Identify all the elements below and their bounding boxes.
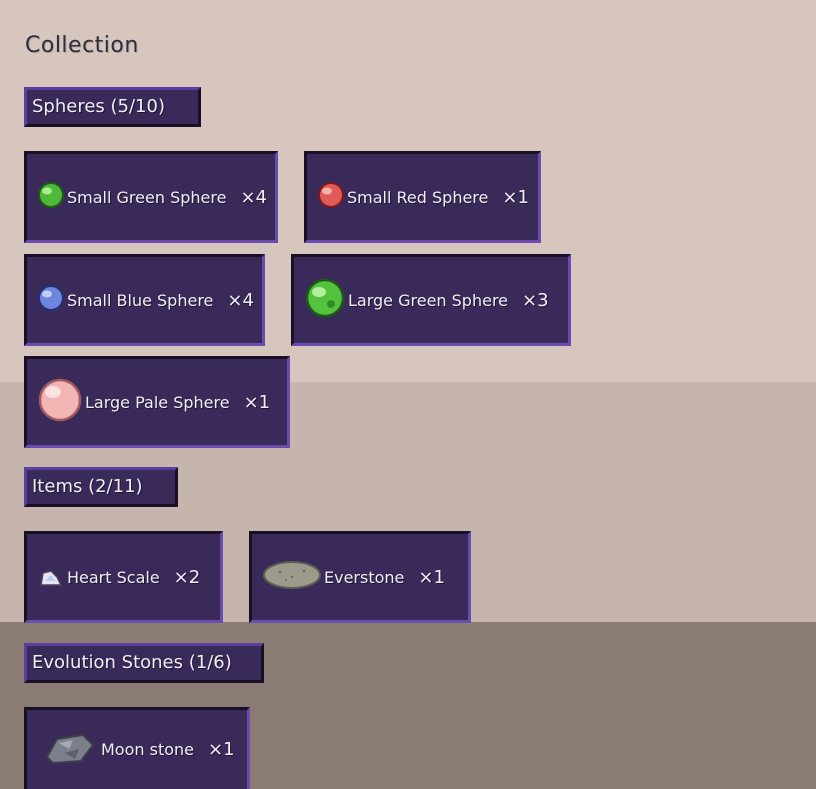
section-header-items: Items (2/11) [24,467,178,507]
everstone-icon [262,559,322,595]
item-name: Heart Scale [67,567,160,587]
collection-item-everstone[interactable]: Everstone ×1 [249,531,471,623]
section-header-evolution-stones: Evolution Stones (1/6) [24,643,264,683]
item-name: Small Blue Sphere [67,290,214,310]
small-green-sphere-icon [37,181,65,213]
item-name: Large Pale Sphere [85,392,230,412]
item-quantity: ×1 [208,739,235,760]
collection-item-small-green-sphere[interactable]: Small Green Sphere ×4 [24,151,278,243]
large-green-sphere-icon [304,277,346,323]
collection-item-heart-scale[interactable]: Heart Scale ×2 [24,531,223,623]
item-name: Large Green Sphere [348,290,509,310]
collection-item-large-green-sphere[interactable]: Large Green Sphere ×3 [291,254,571,346]
large-pale-sphere-icon [37,377,83,427]
item-name: Everstone [324,567,405,587]
item-name: Small Red Sphere [347,187,489,207]
item-quantity: ×4 [240,186,267,208]
item-quantity: ×2 [173,566,201,588]
page-title: Collection [25,33,139,58]
collection-item-large-pale-sphere[interactable]: Large Pale Sphere ×1 [24,356,290,448]
section-header-spheres: Spheres (5/10) [24,87,201,127]
item-quantity: ×4 [227,289,254,311]
heart-scale-icon [37,561,65,593]
collection-item-small-red-sphere[interactable]: Small Red Sphere ×1 [304,151,541,243]
collection-item-moon-stone[interactable]: Moon stone ×1 [24,707,250,789]
item-quantity: ×1 [243,391,271,413]
item-quantity: ×3 [522,289,549,311]
collection-item-small-blue-sphere[interactable]: Small Blue Sphere ×4 [24,254,265,346]
small-blue-sphere-icon [37,284,65,316]
item-quantity: ×1 [418,566,445,588]
small-red-sphere-icon [317,181,345,213]
moon-stone-icon [43,731,95,769]
item-name: Moon stone [101,740,194,759]
item-name: Small Green Sphere [67,187,227,207]
item-quantity: ×1 [502,186,529,208]
